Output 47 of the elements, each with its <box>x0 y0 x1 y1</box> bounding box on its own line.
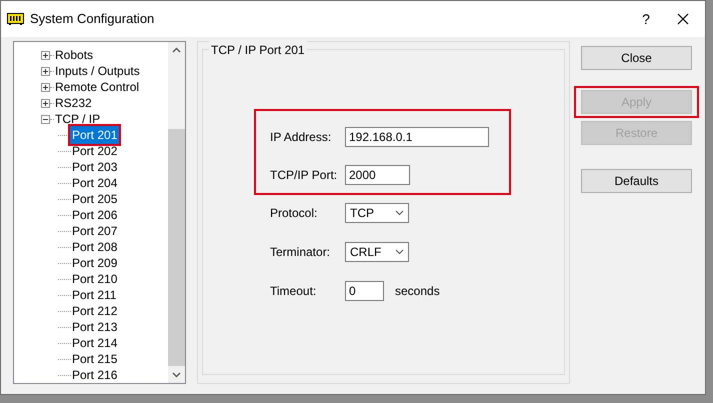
field-label: Protocol: <box>270 205 318 222</box>
input-field[interactable]: 0 <box>345 281 384 301</box>
tree-item[interactable]: Port 216 <box>71 366 118 383</box>
dropdown[interactable]: TCP <box>345 203 409 223</box>
tree-item[interactable]: Port 205 <box>71 190 118 208</box>
scrollbar[interactable] <box>168 42 185 383</box>
tree-item[interactable]: RS232 <box>54 94 93 112</box>
tree-item[interactable]: Port 212 <box>71 302 118 320</box>
close-icon[interactable] <box>677 13 689 25</box>
window-title: System Configuration <box>30 10 154 28</box>
field-label: Terminator: <box>270 244 332 261</box>
caret-icon <box>395 249 404 255</box>
tree-item[interactable]: Inputs / Outputs <box>54 62 141 80</box>
tree-item[interactable]: Port 202 <box>71 142 118 160</box>
app-icon <box>7 13 24 25</box>
tree-item[interactable]: Port 209 <box>71 254 118 272</box>
tree-item[interactable]: Port 213 <box>71 318 118 336</box>
field-label: TCP/IP Port: <box>270 167 338 184</box>
tree-item[interactable]: Remote Control <box>54 78 140 96</box>
expand-icon[interactable] <box>41 82 50 92</box>
field-label: IP Address: <box>270 129 332 146</box>
tree-item[interactable]: Port 208 <box>71 238 118 256</box>
tree-item[interactable]: Port 203 <box>71 158 118 176</box>
expand-icon[interactable] <box>41 50 50 60</box>
dialog-button[interactable]: Defaults <box>581 169 692 193</box>
tree-item[interactable]: Robots <box>54 46 94 64</box>
expand-icon[interactable] <box>41 66 50 76</box>
help-button[interactable]: ? <box>631 8 661 30</box>
tree-item[interactable]: Port 215 <box>71 350 118 368</box>
unit-label: seconds <box>395 283 440 300</box>
input-field[interactable]: 192.168.0.1 <box>345 127 489 147</box>
collapse-icon[interactable] <box>41 114 50 124</box>
expand-icon[interactable] <box>41 98 50 108</box>
tree-item[interactable]: Port 201 <box>70 126 120 144</box>
tree-item[interactable]: Port 206 <box>71 206 118 224</box>
tree-item[interactable]: Port 211 <box>71 286 118 304</box>
field-label: Timeout: <box>270 283 318 300</box>
tree-item[interactable]: Port 204 <box>71 174 118 192</box>
caret-icon <box>395 210 404 216</box>
dialog-button[interactable]: Close <box>581 46 692 70</box>
input-field[interactable]: 2000 <box>345 165 410 185</box>
tree-item[interactable]: TCP / IP <box>54 110 102 128</box>
tree-item[interactable]: Port 207 <box>71 222 118 240</box>
tree-item[interactable]: Port 210 <box>71 270 118 288</box>
dropdown[interactable]: CRLF <box>345 242 409 262</box>
tree-item[interactable]: Port 214 <box>71 334 118 352</box>
scroll-thumb[interactable] <box>168 129 185 366</box>
